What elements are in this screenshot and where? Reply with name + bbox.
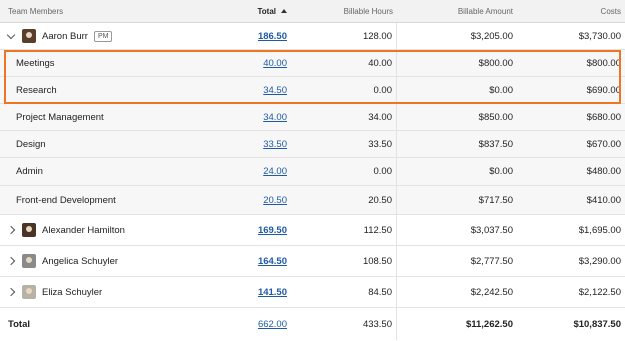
header-total-label: Total [257,6,276,16]
person-cell: Eliza Schuyler [0,277,218,307]
costs: $3,290.00 [578,255,621,267]
person-row-eliza-schuyler: Eliza Schuyler 141.50 84.50 $2,242.50 $2… [0,277,625,308]
chevron-right-icon[interactable] [6,225,16,235]
total-billable-amount: $11,262.50 [465,318,513,330]
header-costs[interactable]: Costs [517,0,625,22]
header-team-members[interactable]: Team Members [0,0,218,22]
total-link[interactable]: 164.50 [258,256,287,267]
billable-hours: 20.50 [291,186,397,214]
avatar [22,285,36,299]
person-cell: Alexander Hamilton [0,215,218,245]
totals-row: Total 662.00 433.50 $11,262.50 $10,837.5… [0,308,625,340]
person-row-aaron-burr: Aaron Burr PM 186.50 128.00 $3,205.00 $3… [0,23,625,50]
highlight-box [4,50,621,104]
person-name: Angelica Schuyler [42,255,119,267]
task-name: Front-end Development [16,194,116,206]
billable-amount: $717.50 [478,194,513,206]
totals-label: Total [8,318,30,330]
person-name: Aaron Burr [42,30,88,42]
billable-hours: 128.00 [291,23,397,49]
header-total[interactable]: Total [218,0,291,22]
person-name: Eliza Schuyler [42,286,103,298]
grand-total-link[interactable]: 662.00 [258,319,287,330]
billable-amount: $2,777.50 [470,255,513,267]
billable-amount: $837.50 [478,138,513,150]
total-link[interactable]: 169.50 [258,225,287,236]
time-report-table: Team Members Total Billable Hours Billab… [0,0,625,341]
person-cell: Aaron Burr PM [0,23,218,49]
task-row-admin: Admin 24.00 0.00 $0.00 $480.00 [0,158,625,186]
total-costs: $10,837.50 [573,318,621,330]
billable-hours: 84.50 [291,277,397,307]
sort-ascending-icon [281,9,287,13]
header-billable-amount[interactable]: Billable Amount [397,0,517,22]
total-link[interactable]: 141.50 [258,287,287,298]
total-billable-hours: 433.50 [291,308,397,340]
costs: $2,122.50 [578,286,621,298]
task-name: Admin [16,166,43,177]
total-link[interactable]: 186.50 [258,31,287,42]
person-name: Alexander Hamilton [42,224,125,236]
costs: $680.00 [586,111,621,123]
chevron-down-icon[interactable] [6,30,16,40]
costs: $1,695.00 [578,224,621,236]
costs: $410.00 [586,194,621,206]
person-row-angelica-schuyler: Angelica Schuyler 164.50 108.50 $2,777.5… [0,246,625,277]
avatar [22,223,36,237]
billable-hours: 0.00 [291,158,397,185]
billable-amount: $3,205.00 [470,30,513,42]
billable-hours: 34.00 [291,104,397,130]
task-name: Project Management [16,111,104,123]
total-link[interactable]: 34.00 [263,112,287,123]
chevron-right-icon[interactable] [6,256,16,266]
total-link[interactable]: 20.50 [263,195,287,206]
task-row-design: Design 33.50 33.50 $837.50 $670.00 [0,131,625,158]
header-billable-hours[interactable]: Billable Hours [291,0,397,22]
task-row-project-management: Project Management 34.00 34.00 $850.00 $… [0,104,625,131]
avatar [22,29,36,43]
billable-hours: 108.50 [291,246,397,276]
billable-amount: $0.00 [489,166,513,177]
avatar [22,254,36,268]
table-header: Team Members Total Billable Hours Billab… [0,0,625,23]
billable-amount: $850.00 [478,111,513,123]
billable-amount: $2,242.50 [470,286,513,298]
billable-hours: 112.50 [291,215,397,245]
billable-amount: $3,037.50 [470,224,513,236]
task-row-front-end-development: Front-end Development 20.50 20.50 $717.5… [0,186,625,215]
chevron-right-icon[interactable] [6,287,16,297]
billable-hours: 33.50 [291,131,397,157]
costs: $670.00 [586,138,621,150]
total-link[interactable]: 33.50 [263,139,287,150]
task-name: Design [16,138,46,150]
total-link[interactable]: 24.00 [263,166,287,177]
person-row-alexander-hamilton: Alexander Hamilton 169.50 112.50 $3,037.… [0,215,625,246]
person-cell: Angelica Schuyler [0,246,218,276]
costs: $3,730.00 [578,30,621,42]
pm-badge: PM [93,30,113,42]
costs: $480.00 [586,166,621,177]
